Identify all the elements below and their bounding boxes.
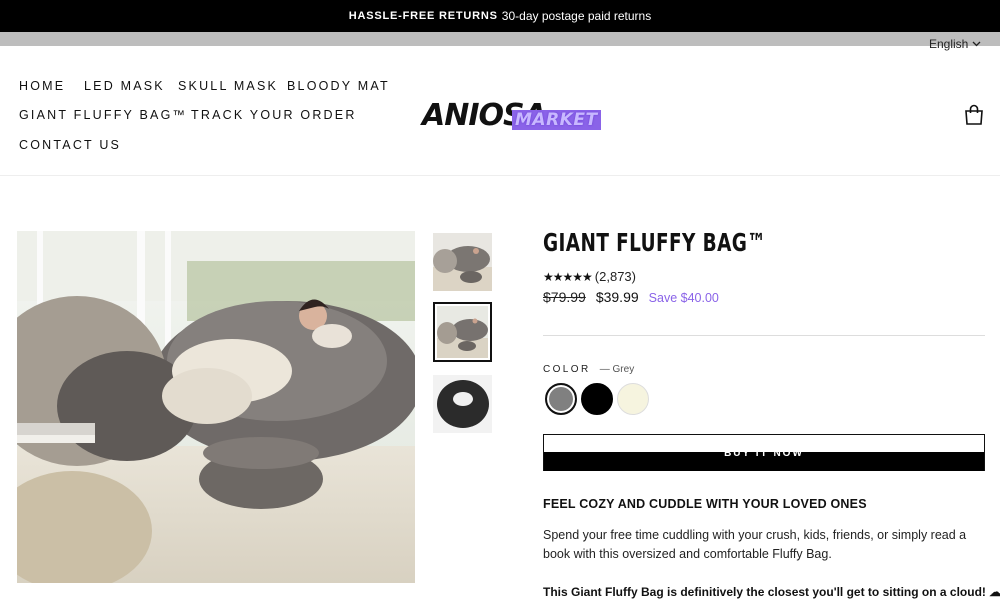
language-label: English: [929, 37, 969, 51]
shopping-bag-icon[interactable]: [964, 104, 984, 126]
rating-stars: ★★★★★: [543, 269, 593, 284]
logo-sub: MARKET: [512, 110, 601, 130]
top-divider-bar: [0, 32, 1000, 46]
info-divider: [543, 335, 985, 336]
nav-bloody-mat[interactable]: BLOODY MAT: [287, 79, 390, 93]
color-value: — Grey: [599, 364, 635, 375]
product-thumbnail[interactable]: [433, 233, 492, 291]
product-rating[interactable]: ★★★★★ (2,873): [543, 269, 636, 284]
swatch-black[interactable]: [581, 383, 613, 415]
announcement-strong: HASSLE-FREE RETURNS: [348, 10, 498, 22]
buy-it-now-button[interactable]: BUY IT NOW: [543, 434, 985, 471]
product-title: GIANT FLUFFY BAG™: [543, 228, 767, 257]
nav-giant-fluffy-bag[interactable]: GIANT FLUFFY BAG™: [19, 108, 187, 122]
language-selector[interactable]: English: [929, 37, 981, 51]
header-divider: [0, 175, 1000, 176]
description-highlight: This Giant Fluffy Bag is definitively th…: [543, 585, 1000, 599]
price-row: $79.99 $39.99 Save $40.00: [543, 289, 719, 305]
description-text: Spend your free time cuddling with your …: [543, 528, 967, 561]
nav-track-order[interactable]: TRACK YOUR ORDER: [191, 108, 357, 122]
nav-skull-mask[interactable]: SKULL MASK: [178, 79, 278, 93]
nav-home[interactable]: HOME: [19, 79, 65, 93]
announcement-bar: HASSLE-FREE RETURNS 30-day postage paid …: [0, 0, 1000, 32]
swatch-cream[interactable]: [617, 383, 649, 415]
swatch-grey[interactable]: [545, 383, 577, 415]
nav-contact[interactable]: CONTACT US: [19, 138, 121, 152]
product-thumbnail[interactable]: [433, 375, 492, 433]
sale-price: $39.99: [595, 289, 639, 305]
save-amount: Save $40.00: [648, 291, 719, 305]
chevron-down-icon: [972, 39, 981, 50]
announcement-text: 30-day postage paid returns: [501, 9, 652, 23]
color-label-text: COLOR: [543, 364, 591, 375]
product-main-image[interactable]: [17, 231, 415, 583]
compare-price: $79.99: [543, 289, 586, 305]
color-label: COLOR — Grey: [543, 364, 634, 375]
buy-button-label: BUY IT NOW: [724, 448, 804, 459]
nav-led-mask[interactable]: LED MASK: [84, 79, 165, 93]
review-count: (2,873): [594, 269, 636, 284]
product-thumbnail-selected[interactable]: [433, 302, 492, 362]
description-heading: FEEL COZY AND CUDDLE WITH YOUR LOVED ONE…: [543, 497, 867, 511]
